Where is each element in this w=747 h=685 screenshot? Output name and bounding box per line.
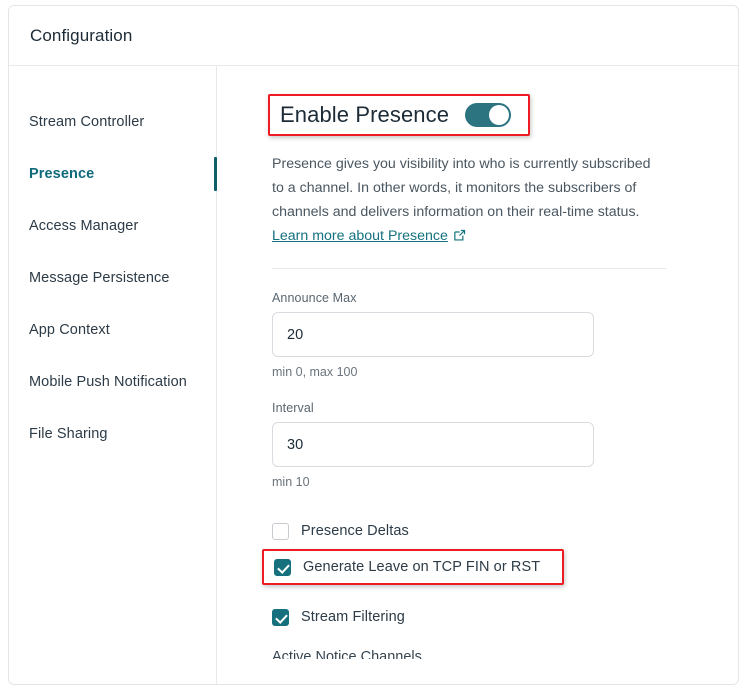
sidebar-item-label: Presence (29, 166, 95, 182)
presence-deltas-label: Presence Deltas (301, 523, 409, 539)
section-divider (272, 268, 666, 269)
learn-more-link[interactable]: Learn more about Presence (272, 228, 448, 244)
enable-presence-highlight-box: Enable Presence (268, 94, 530, 136)
card-body: Stream Controller Presence Access Manage… (9, 66, 738, 684)
sidebar-item-access-manager[interactable]: Access Manager (9, 200, 216, 252)
configuration-card: Configuration Stream Controller Presence… (8, 5, 739, 685)
checkbox-row-presence-deltas[interactable]: Presence Deltas (272, 513, 718, 549)
announce-max-label: Announce Max (272, 291, 357, 305)
sidebar-item-mobile-push-notification[interactable]: Mobile Push Notification (9, 356, 216, 408)
checkbox-group: Presence Deltas Generate Leave on TCP FI… (262, 513, 718, 659)
enable-presence-toggle[interactable] (465, 103, 512, 127)
presence-deltas-checkbox[interactable] (272, 522, 289, 540)
interval-field-group: Interval min 10 (272, 401, 718, 489)
stream-filtering-checkbox[interactable] (272, 608, 289, 626)
checkbox-row-stream-filtering[interactable]: Stream Filtering (272, 599, 718, 635)
card-header: Configuration (9, 6, 738, 66)
page-title: Configuration (30, 25, 133, 45)
section-description: Presence gives you visibility into who i… (272, 152, 666, 250)
settings-panel: Enable Presence Presence gives you visib… (217, 66, 738, 684)
generate-leave-checkbox[interactable] (274, 558, 291, 576)
sidebar-item-label: App Context (29, 322, 110, 338)
description-text: Presence gives you visibility into who i… (272, 156, 651, 220)
sidebar-item-label: Mobile Push Notification (29, 374, 187, 390)
toggle-knob (489, 105, 510, 125)
sidebar-item-stream-controller[interactable]: Stream Controller (9, 96, 216, 148)
interval-hint: min 10 (272, 475, 310, 489)
announce-max-input[interactable] (272, 312, 594, 357)
settings-sidebar: Stream Controller Presence Access Manage… (9, 66, 217, 684)
sidebar-item-label: Access Manager (29, 218, 139, 234)
generate-leave-label: Generate Leave on TCP FIN or RST (303, 559, 541, 575)
external-link-icon (453, 226, 466, 250)
announce-max-field-group: Announce Max min 0, max 100 (272, 291, 718, 379)
section-title: Enable Presence (280, 102, 450, 127)
sidebar-item-file-sharing[interactable]: File Sharing (9, 408, 216, 460)
sidebar-item-presence[interactable]: Presence (9, 148, 217, 200)
sidebar-item-app-context[interactable]: App Context (9, 304, 216, 356)
sidebar-item-message-persistence[interactable]: Message Persistence (9, 252, 216, 304)
interval-label: Interval (272, 401, 314, 415)
checkbox-row-generate-leave[interactable]: Generate Leave on TCP FIN or RST (262, 549, 564, 585)
clipped-next-setting-label: Active Notice Channels (272, 649, 422, 659)
sidebar-item-label: File Sharing (29, 426, 108, 442)
sidebar-item-label: Message Persistence (29, 270, 170, 286)
stream-filtering-label: Stream Filtering (301, 609, 405, 625)
interval-input[interactable] (272, 422, 594, 467)
announce-max-hint: min 0, max 100 (272, 365, 358, 379)
sidebar-item-label: Stream Controller (29, 114, 145, 130)
